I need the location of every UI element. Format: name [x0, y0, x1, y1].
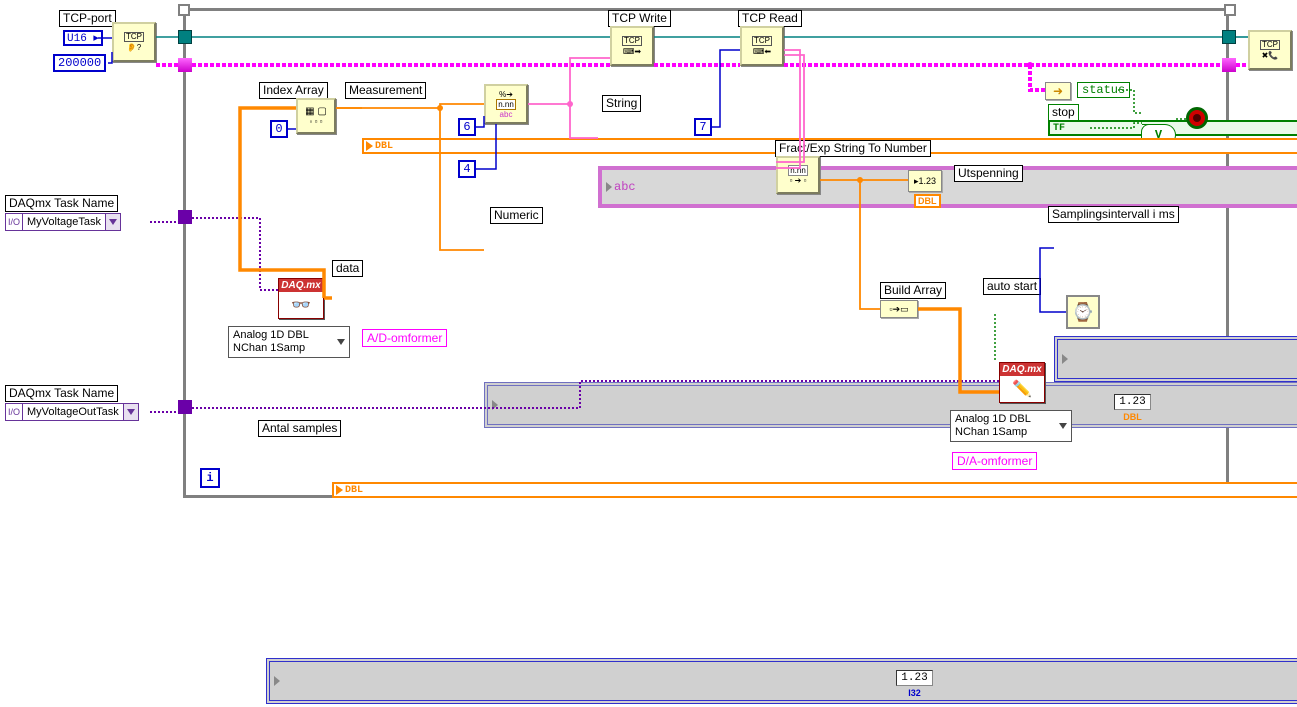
- tcp-read-label: TCP Read: [738, 10, 802, 27]
- daqmx-task-in-text: MyVoltageTask: [23, 216, 105, 228]
- tunnel-daqmx-in-1: [178, 210, 192, 224]
- build-array-label: Build Array: [880, 282, 946, 299]
- auto-start-label: auto start: [983, 278, 1041, 295]
- unbundle-by-name-node[interactable]: ➜: [1045, 82, 1071, 100]
- tcp-port-label: TCP-port: [59, 10, 116, 27]
- const-6[interactable]: 6: [458, 118, 476, 136]
- daqmx-task-out-control[interactable]: I/O MyVoltageOutTask: [5, 403, 139, 421]
- daqmx-write-poly-text: Analog 1D DBL NChan 1Samp: [955, 413, 1031, 439]
- index-array-node[interactable]: ▦ ▢ ◦ ▫ ▫: [296, 98, 336, 134]
- pencil-icon: ✏️: [1012, 379, 1032, 399]
- wait-ms-node[interactable]: ⌚: [1066, 295, 1100, 329]
- numeric-indicator: 1.23 DBL: [484, 382, 1297, 428]
- tcp-read-node[interactable]: TCP ⌨⬅: [740, 26, 784, 66]
- da-comment: D/A-omformer: [952, 452, 1037, 470]
- dropdown-icon[interactable]: [1059, 423, 1067, 429]
- dropdown-icon[interactable]: [105, 214, 120, 230]
- daqmx-task-in-control[interactable]: I/O MyVoltageTask: [5, 213, 121, 231]
- antal-samples-indicator: 1.23 I32: [266, 658, 1297, 704]
- tcp-write-node[interactable]: TCP ⌨➡: [610, 26, 654, 66]
- index-array-label: Index Array: [259, 82, 328, 99]
- tunnel-error-out: [1222, 58, 1236, 72]
- tunnel-error-in: [178, 58, 192, 72]
- antal-type: I32: [908, 688, 921, 698]
- tcp-listen-node[interactable]: TCP 👂?: [112, 22, 156, 62]
- antal-value: 1.23: [896, 670, 932, 686]
- dropdown-icon[interactable]: [123, 404, 138, 420]
- status-field-label: status: [1077, 82, 1130, 98]
- string-indicator: abc: [598, 166, 1297, 208]
- daqmx-read-node[interactable]: DAQ.mx 👓: [278, 278, 324, 319]
- fract-exp-label: Fract/Exp String To Number: [775, 140, 931, 157]
- daqmx-write-node[interactable]: DAQ.mx ✏️: [999, 362, 1045, 403]
- numeric-value: 1.23: [1114, 394, 1150, 410]
- const-index-0[interactable]: 0: [270, 120, 288, 138]
- daqmx-read-data-indicator: DBL: [332, 482, 1297, 498]
- utspenning-label: Utspenning: [954, 165, 1023, 182]
- const-4[interactable]: 4: [458, 160, 476, 178]
- dropdown-icon[interactable]: [337, 339, 345, 345]
- const-200000[interactable]: 200000: [53, 54, 106, 72]
- fract-exp-node[interactable]: n.nn ▫ ➔ ▫: [776, 156, 820, 194]
- sampling-label: Samplingsintervall i ms: [1048, 206, 1179, 223]
- numeric-label: Numeric: [490, 207, 543, 224]
- daqmx-read-poly-text: Analog 1D DBL NChan 1Samp: [233, 329, 309, 355]
- loop-iteration-terminal: i: [200, 468, 220, 488]
- loop-stop-terminal[interactable]: [1186, 107, 1208, 129]
- daqmx-task-out-text: MyVoltageOutTask: [23, 406, 123, 418]
- glasses-icon: 👓: [291, 295, 311, 315]
- daqmx-write-banner: DAQ.mx: [1000, 363, 1044, 376]
- format-into-string-node[interactable]: %➔ n.nn abc: [484, 84, 528, 124]
- ad-comment: A/D-omformer: [362, 329, 447, 347]
- daqmx-task-name-label-2: DAQmx Task Name: [5, 385, 118, 402]
- daqmx-read-data-type: DBL: [345, 485, 363, 496]
- const-7[interactable]: 7: [694, 118, 712, 136]
- daqmx-read-poly-selector[interactable]: Analog 1D DBL NChan 1Samp: [228, 326, 350, 358]
- tcp-close-node[interactable]: TCP ✖📞: [1248, 30, 1292, 70]
- measurement-label: Measurement: [345, 82, 426, 99]
- string-label: String: [602, 95, 641, 112]
- daqmx-read-data-label: data: [332, 260, 363, 277]
- build-array-node[interactable]: ▫➔▭: [880, 300, 918, 318]
- tcp-port-type[interactable]: U16 ▸: [63, 30, 103, 46]
- frame-corner: [178, 4, 190, 16]
- tunnel-tcp-ref-out: [1222, 30, 1236, 44]
- frame-corner: [1224, 4, 1236, 16]
- outer-left-bar: [0, 0, 8, 511]
- measurement-type: DBL: [375, 141, 393, 152]
- daqmx-read-banner: DAQ.mx: [279, 279, 323, 292]
- string-value: abc: [614, 180, 636, 194]
- utspenning-type-tag: DBL: [914, 194, 941, 208]
- daqmx-task-name-label-1: DAQmx Task Name: [5, 195, 118, 212]
- sampling-indicator: 1.23 I16: [1054, 336, 1297, 382]
- to-dbl-node[interactable]: ▸1.23: [908, 170, 942, 192]
- tcp-write-label: TCP Write: [608, 10, 671, 27]
- numeric-type: DBL: [1123, 412, 1142, 422]
- antal-samples-label: Antal samples: [258, 420, 341, 437]
- stop-value: TF: [1053, 123, 1065, 134]
- daqmx-write-poly-selector[interactable]: Analog 1D DBL NChan 1Samp: [950, 410, 1072, 442]
- tunnel-daqmx-in-2: [178, 400, 192, 414]
- tunnel-tcp-ref-in: [178, 30, 192, 44]
- stop-label: stop: [1048, 104, 1079, 121]
